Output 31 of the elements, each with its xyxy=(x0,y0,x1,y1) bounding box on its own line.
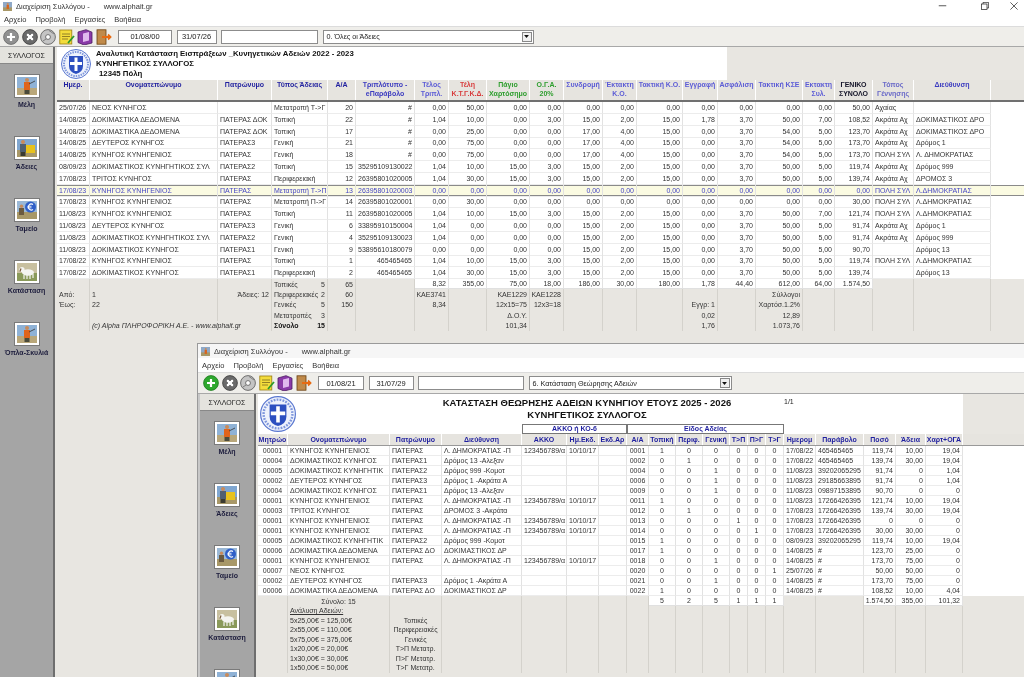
book-icon[interactable] xyxy=(77,28,93,45)
app-icon xyxy=(201,346,210,356)
caret-icon xyxy=(524,35,529,38)
person-photo-icon xyxy=(214,421,240,445)
disc-icon[interactable] xyxy=(40,28,56,45)
close-icon[interactable] xyxy=(1010,2,1018,10)
notepad-icon[interactable] xyxy=(58,28,75,45)
dog-photo-icon xyxy=(13,260,40,284)
add-icon[interactable] xyxy=(203,375,219,391)
disc-icon[interactable] xyxy=(240,375,256,391)
door-exit-icon[interactable] xyxy=(295,375,312,391)
person-bag-photo-icon xyxy=(13,136,40,160)
door-exit-icon[interactable] xyxy=(95,28,112,45)
person-photo-icon xyxy=(13,322,40,346)
caret-icon xyxy=(722,381,727,385)
dropdown-button[interactable] xyxy=(719,378,730,388)
app-icon xyxy=(3,1,12,11)
book-icon[interactable] xyxy=(277,375,293,391)
search-field[interactable] xyxy=(221,29,318,44)
minimize-icon[interactable] xyxy=(938,5,947,7)
restore-icon[interactable] xyxy=(981,2,989,10)
search-field[interactable] xyxy=(418,376,524,390)
dog-photo-icon xyxy=(214,607,240,631)
euro-photo-icon xyxy=(214,545,240,569)
organization-name: ΚΥΝΗΓΕΤΙΚΟΣ ΣΥΛΛΟΓΟΣ xyxy=(527,409,647,421)
notepad-icon[interactable] xyxy=(258,375,275,391)
report-title: ΚΑΤΑΣΤΑΣΗ ΘΕΩΡΗΣΗΣ ΑΔΕΙΩΝ ΚΥΝΗΓΙΟΥ ΕΤΟΥΣ 2025 - 2026 xyxy=(442,397,732,409)
person-bag-photo-icon xyxy=(214,483,240,507)
dropdown-button[interactable] xyxy=(521,31,532,42)
person-photo-icon xyxy=(13,74,40,98)
euro-photo-icon xyxy=(13,198,40,222)
